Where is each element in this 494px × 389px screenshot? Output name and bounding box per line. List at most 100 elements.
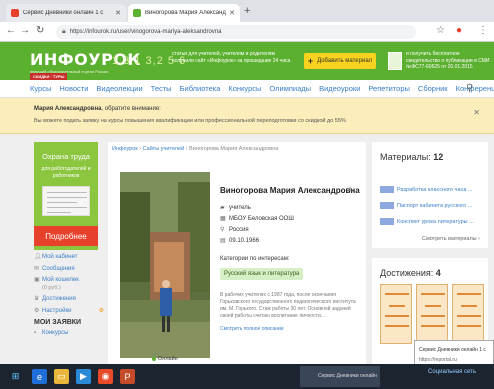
new-tab-button[interactable]: + [244,5,250,17]
online-dot-icon [152,357,156,361]
close-tab-icon[interactable]: ✕ [229,9,235,17]
wallet-icon: ▣ [34,277,40,283]
school-icon: ▦ [220,216,226,222]
bio-more-link[interactable]: Смотреть полное описание [220,326,284,332]
close-notice-icon[interactable]: ✕ [473,108,480,117]
briefcase-icon: ▰ [220,205,225,211]
nav-item-tests[interactable]: Тесты [151,84,172,93]
person-icon: 👤︎ [34,254,42,260]
plus-icon: + [307,56,314,66]
nav-item-collection[interactable]: Сборник [418,84,448,93]
sale-badge[interactable]: СКИДКИ · ТУРЫ [30,73,68,80]
sidebar-item-cabinet[interactable]: 👤︎ Мой кабинет [34,254,104,262]
nav-item-conferences[interactable]: Конференции [456,84,494,93]
nav-item-videolessons[interactable]: Видеоуроки [319,84,360,93]
forward-icon[interactable]: → [20,25,30,36]
browser-tab[interactable]: Сервис Дневники онлайн 1 с ✕ [6,4,126,22]
document-icon [42,186,90,216]
popup-title: Сервис Дневники онлайн 1 с [419,347,486,353]
taskbar-right-text: Социальная сеть [428,369,476,375]
nav-item-tutors[interactable]: Репетиторы [368,84,410,93]
material-item[interactable]: Конспект урока литературы ... [380,218,474,225]
start-windows-icon[interactable]: ⊞ [8,369,23,384]
labor-safety-ad[interactable]: Охрана труда для работодателей и работни… [34,142,98,250]
breadcrumb: Инфоурок › Сайты учителей › Виногорова М… [112,146,278,152]
location-icon: ⚲ [220,227,225,233]
extension-icon[interactable]: ● [456,25,462,36]
file-icon [380,202,394,209]
diploma-thumbnail[interactable] [416,284,448,344]
browser-tab-active[interactable]: Виногорова Мария Александ ✕ [128,4,240,22]
mail-icon: ✉ [34,265,40,272]
profile-birthdate-row: ▤ 09.10.1966 [220,237,360,245]
ad-more-button[interactable]: Подробнее [34,226,98,246]
certificate-icon [388,52,402,70]
bookmark-star-icon[interactable]: ☆ [436,25,445,36]
nav-item-news[interactable]: Новости [59,84,88,93]
breadcrumb-home[interactable]: Инфоурок [112,146,138,152]
profile-role: учитель [229,204,251,211]
online-label: Онлайн [158,356,178,362]
diploma-thumbnail[interactable] [452,284,484,344]
sidebar-item-label: Достижения [42,296,76,302]
profile-birthdate: 09.10.1966 [229,237,260,244]
notice-attention: , обратите внимание: [101,106,161,112]
breadcrumb-teachers[interactable]: Сайты учителей [143,146,185,152]
file-explorer-icon[interactable]: ▭ [54,369,69,384]
file-icon [380,218,394,225]
diploma-thumbnail[interactable] [380,284,412,344]
material-item[interactable]: Паспорт кабинета русского ... [380,202,472,209]
material-title: Конспект урока литературы ... [397,218,474,225]
sidebar-item-wallet[interactable]: ▣ Мой кошелек (0 руб.) [34,277,104,292]
notice-text[interactable]: Вы можете подать заявку на курсы повышен… [34,118,346,124]
file-icon [380,186,394,193]
reload-icon[interactable]: ↻ [36,25,44,36]
nav-item-olympiads[interactable]: Олимпиады [269,84,311,93]
all-materials-link[interactable]: Смотреть материалы › [422,236,480,242]
url-text: https://infourok.ru/user/vinogorova-mari… [69,29,222,35]
search-icon[interactable]: ⚲ [466,83,473,94]
taskbar-active-window[interactable]: Сервис Дневники онлайн [300,366,380,387]
materials-title: Материалы: 12 [380,152,444,162]
tab-title: Виногорова Мария Александ [145,10,226,16]
promo-text: статьи для учителей, учителям и родителя… [172,51,291,64]
edit-pencil-icon[interactable]: ✎ [348,186,355,195]
online-status: Онлайн [152,356,178,362]
add-material-button[interactable]: + Добавить материал [304,53,376,69]
nav-item-contests[interactable]: Конкурсы [228,84,261,93]
taskbar-window-label: Сервис Дневники онлайн [318,373,377,379]
sidebar-item-label: Сообщения [42,265,75,272]
nav-item-library[interactable]: Библиотека [180,84,221,93]
certificate-text: и получить бесплатное свидетельство о пу… [406,51,490,70]
ie-browser-icon[interactable]: e [32,369,47,384]
tab-favicon-icon [11,9,19,17]
diplomas-list [380,284,484,344]
sidebar-item-contests[interactable]: ▪ Конкурсы [34,330,104,338]
profile-name: Виногорова Мария Александровна [220,186,360,195]
close-tab-icon[interactable]: ✕ [115,9,121,17]
powerpoint-icon[interactable]: P [120,369,135,384]
media-player-icon[interactable]: ▶ [76,369,91,384]
ad-subtitle: для работодателей и работников [41,166,91,179]
profile-photo [120,172,210,358]
sidebar-item-label: Настройки [42,307,72,314]
site-header: ИНФОУРОК ведущий образовательный портал … [0,42,494,80]
sidebar-item-achievements[interactable]: ♛ Достижения [34,296,104,304]
material-item[interactable]: Разработка классного часа ... [380,186,473,193]
address-bar: ← → ↻ 🔒︎ https://infourok.ru/user/vinogo… [0,22,494,42]
sidebar-item-messages[interactable]: ✉ Сообщения [34,266,104,274]
chrome-icon[interactable]: ◉ [98,369,113,384]
back-icon[interactable]: ← [6,25,16,36]
sidebar-item-label: Конкурсы [42,330,69,336]
sidebar-item-label: Мой кабинет [42,254,78,260]
breadcrumb-current: Виногорова Мария Александровна [189,146,279,152]
profile-school-row: ▦ МБОУ Беловская ООШ [220,215,360,223]
nav-item-videolectures[interactable]: Видеолекции [96,84,142,93]
sidebar-item-settings[interactable]: ⚙ Настройки ⚙ [34,308,104,316]
sidebar-item-label: Мой кошелек (0 руб.) [42,277,79,291]
menu-icon[interactable]: ⋮ [478,25,488,36]
category-tag[interactable]: Русский язык и литература [220,268,304,280]
nav-item-courses[interactable]: Курсы [30,84,51,93]
url-input[interactable]: 🔒︎ https://infourok.ru/user/vinogorova-m… [56,25,416,39]
material-title: Разработка классного часа ... [397,186,473,193]
